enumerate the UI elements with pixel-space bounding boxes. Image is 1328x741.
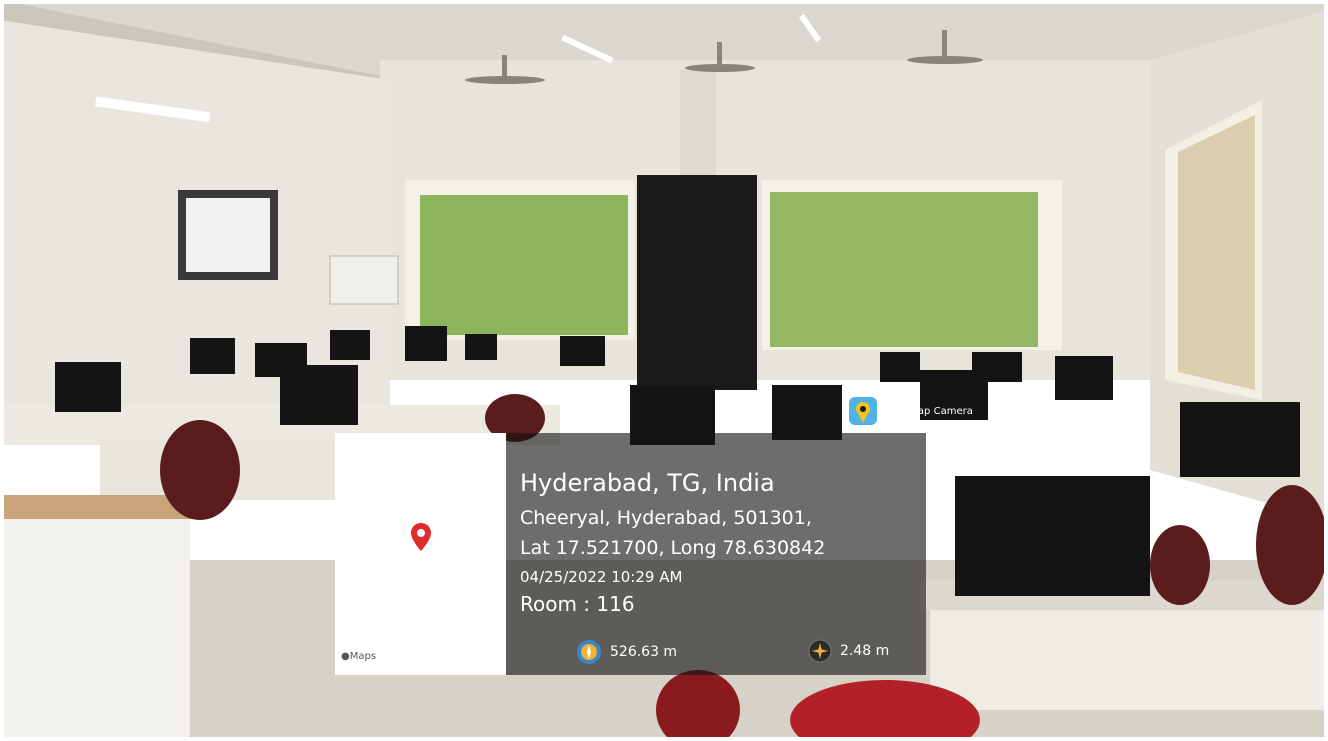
app-badge: GPS Map Camera bbox=[848, 396, 973, 426]
apple-icon: ● bbox=[341, 651, 350, 662]
gps-map-camera-app-icon bbox=[849, 397, 877, 425]
accuracy-compass-icon bbox=[808, 639, 832, 663]
geotag-overlay: ●Maps Hyderabad, TG, India Cheeryal, Hyd… bbox=[335, 433, 926, 675]
accuracy-readout: 2.48 m bbox=[808, 639, 889, 663]
note-line: Room : 116 bbox=[520, 592, 635, 616]
datetime-line: 04/25/2022 10:29 AM bbox=[520, 568, 683, 586]
accuracy-value: 2.48 m bbox=[840, 643, 890, 659]
pillar bbox=[680, 70, 716, 180]
map-thumbnail: ●Maps bbox=[335, 433, 506, 675]
app-badge-label: GPS Map Camera bbox=[886, 405, 973, 417]
coordinates-line: Lat 17.521700, Long 78.630842 bbox=[520, 537, 826, 559]
map-pin-icon bbox=[411, 523, 431, 551]
altitude-readout: 526.63 m bbox=[576, 639, 677, 665]
maps-attribution: ●Maps bbox=[341, 651, 377, 662]
cupboard bbox=[637, 175, 757, 390]
location-title: Hyderabad, TG, India bbox=[520, 469, 775, 497]
altitude-value: 526.63 m bbox=[610, 644, 678, 660]
altitude-compass-icon bbox=[577, 640, 601, 664]
wall-cabinet bbox=[329, 255, 399, 305]
address-line: Cheeryal, Hyderabad, 501301, bbox=[520, 507, 812, 529]
desk bbox=[0, 495, 192, 519]
location-info-panel: Hyderabad, TG, India Cheeryal, Hyderabad… bbox=[506, 433, 926, 675]
